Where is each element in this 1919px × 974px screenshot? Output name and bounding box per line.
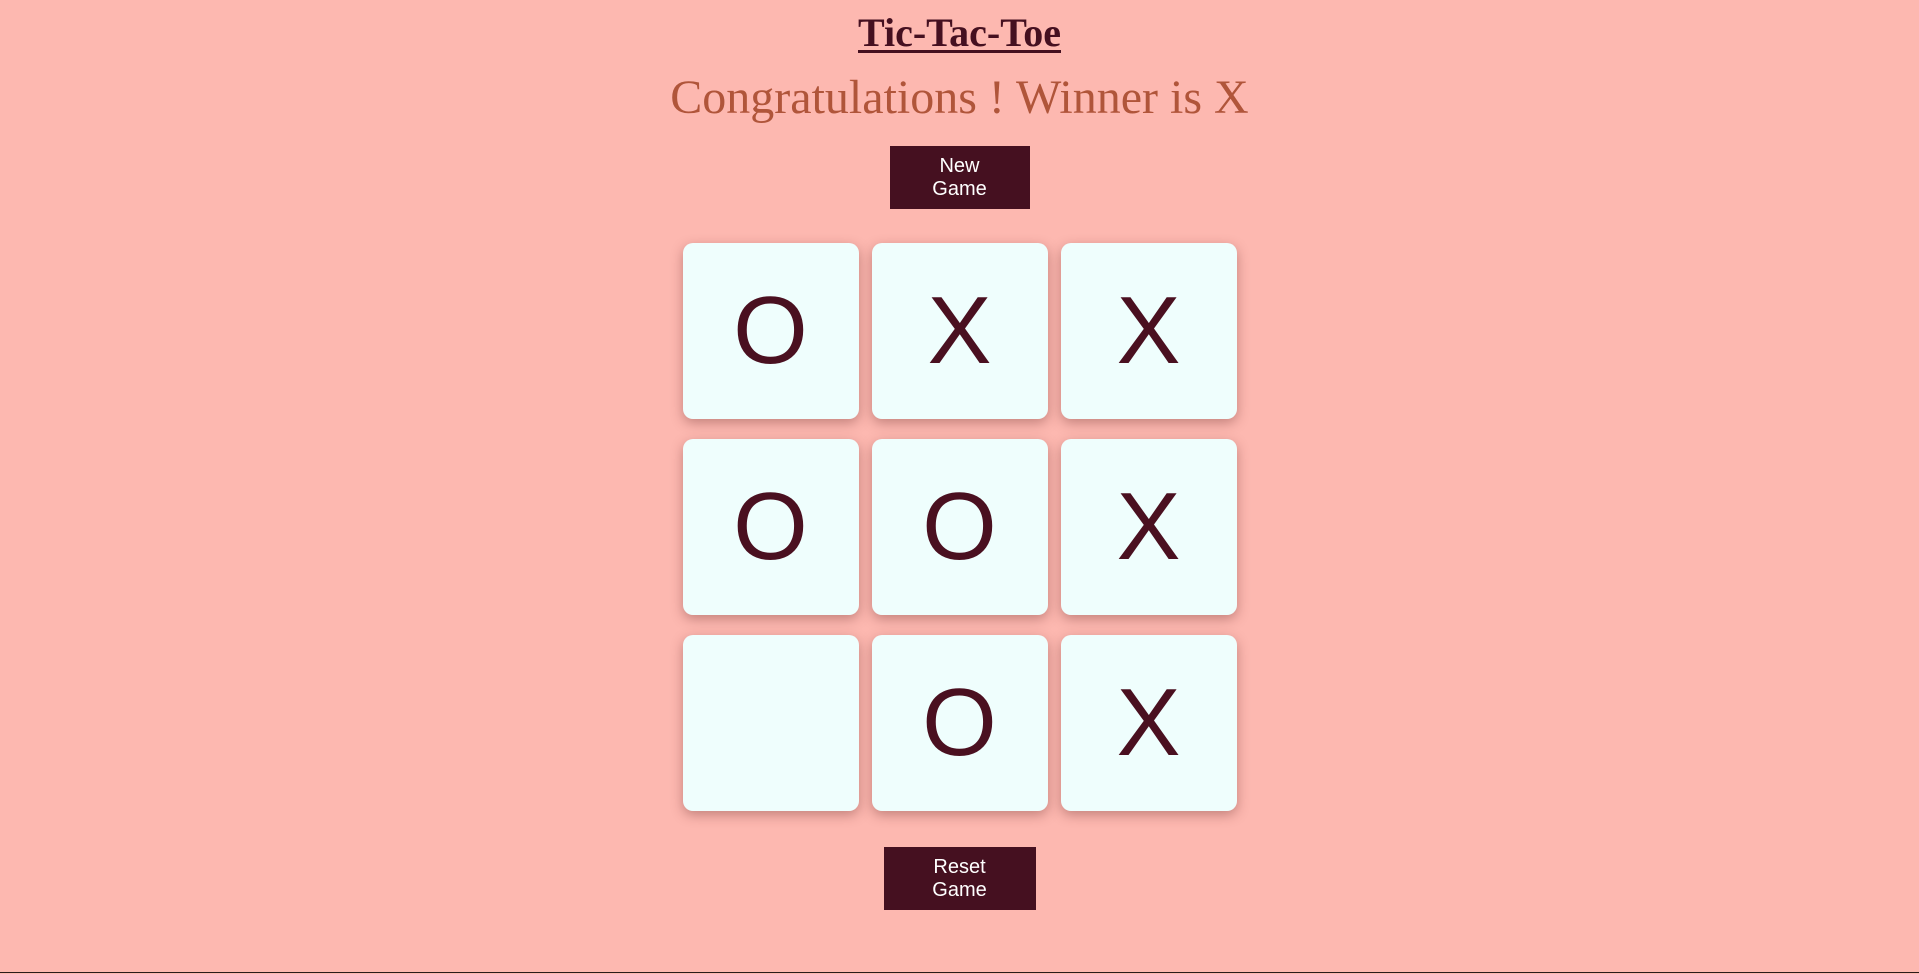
board-cell-3[interactable]: X <box>1060 243 1237 419</box>
game-page: Tic-Tac-Toe Congratulations ! Winner is … <box>0 0 1919 973</box>
reset-game-button[interactable]: Reset Game <box>883 847 1036 910</box>
board-cell-1[interactable]: O <box>682 243 859 419</box>
new-game-button[interactable]: New Game <box>889 146 1030 209</box>
board-cell-2[interactable]: X <box>871 243 1048 419</box>
board-cell-4[interactable]: O <box>682 439 859 615</box>
board-cell-5[interactable]: O <box>871 439 1048 615</box>
board-cell-8[interactable]: O <box>871 635 1048 811</box>
board-cell-6[interactable]: X <box>1060 439 1237 615</box>
board-cell-7[interactable] <box>682 635 859 811</box>
board-cell-9[interactable]: X <box>1060 635 1237 811</box>
winner-message: Congratulations ! Winner is X <box>670 71 1249 124</box>
page-title: Tic-Tac-Toe <box>858 10 1061 55</box>
game-board: O X X O O X O X <box>682 243 1237 811</box>
